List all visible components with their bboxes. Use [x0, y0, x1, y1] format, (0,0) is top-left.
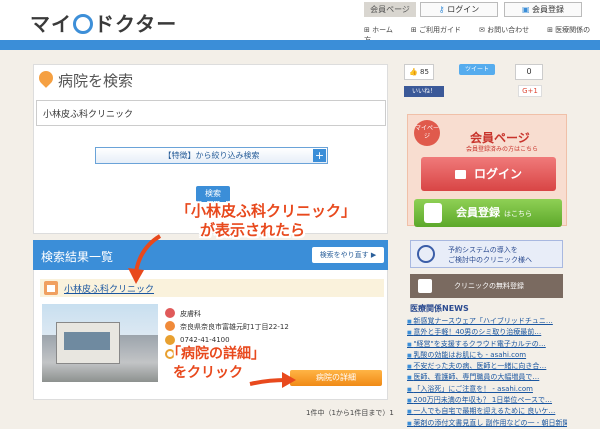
plus-icon: +: [313, 149, 326, 162]
thumbs-up-icon: 👍: [409, 68, 418, 76]
pagination-info: 1件中（1から1件目まで）1: [306, 409, 394, 417]
gplus-count: 0: [515, 64, 543, 80]
gplus-button[interactable]: G+1: [518, 85, 542, 97]
user-icon: ▣: [521, 5, 533, 14]
feature-filter-button[interactable]: 【特徴】から絞り込み検索 +: [95, 147, 328, 164]
redo-search-button[interactable]: 検索をやり直す ▶: [312, 247, 384, 263]
reservation-text: 予約システムの導入を ご検討中のクリニック様へ: [448, 246, 532, 264]
header-bar: [0, 40, 600, 50]
search-title: 病院を検索: [58, 72, 134, 90]
tweet-button[interactable]: ツイート: [459, 64, 495, 75]
phone-icon: [165, 335, 175, 345]
news-item[interactable]: 薬剤の添付文書見直し 副作用などの一 - 朝日新聞: [407, 418, 567, 429]
address-text: 奈良県奈良市富雄元町1丁目22-12: [180, 323, 289, 331]
news-list: 新感覚ナースウェア「ハイブリッドチュニ… 意外と手軽！40男のシミ取り治療最前……: [407, 316, 567, 429]
results-title: 検索結果一覧: [41, 250, 114, 264]
clinic-icon: [44, 281, 58, 295]
news-item[interactable]: 一人でも自宅で最期を迎えるために 良いケ…: [407, 406, 567, 417]
facebook-like-count[interactable]: 👍 85: [404, 64, 434, 80]
news-title: 医療関係NEWS: [410, 304, 469, 313]
news-item[interactable]: 不安だった夫の病、医師と一緒に向き合…: [407, 361, 567, 372]
phone-text: 0742-41-4100: [180, 336, 230, 344]
my-page-badge: マイページ: [414, 120, 440, 146]
news-item[interactable]: 乳酸の効能はお肌にも - asahi.com: [407, 350, 567, 361]
member-subtitle: 会員登録済みの方はこちら: [466, 146, 539, 153]
logo-q-icon: [73, 14, 93, 34]
member-page-label: 会員ページ: [364, 2, 416, 17]
facebook-like-button[interactable]: いいね！: [404, 86, 444, 97]
reservation-icon: [417, 245, 435, 263]
callout-second: 「病院の詳細」 をクリック: [167, 346, 265, 381]
news-item[interactable]: 意外と手軽！40男のシミ取り治療最前…: [407, 327, 567, 338]
news-item[interactable]: 200万円未満の年収も？ 1日単位ペースで…: [407, 395, 567, 406]
key-icon: ⚷: [438, 5, 448, 14]
header-login-button[interactable]: ⚷ ログイン: [420, 2, 498, 17]
lock-icon: [454, 170, 466, 179]
news-item[interactable]: 医師、看護師、専門職員の大幅増員で…: [407, 372, 567, 383]
department-text: 皮膚科: [180, 310, 201, 318]
department-icon: [165, 308, 175, 318]
nav-home[interactable]: ⊞ ホーム: [364, 26, 402, 34]
news-item[interactable]: "経営"を支援するクラウド電子カルテの…: [407, 339, 567, 350]
free-registration-text: クリニックの無料登録: [454, 282, 524, 290]
site-logo[interactable]: マイ ドクター: [30, 8, 177, 37]
search-input[interactable]: [36, 100, 386, 126]
clinic-name-link[interactable]: 小林皮ふ科クリニック: [64, 282, 154, 295]
nav-contact[interactable]: ✉ お問い合わせ: [479, 26, 538, 34]
login-button[interactable]: ログイン: [421, 157, 556, 191]
callout-first: 「小林皮ふ科クリニック」 が表示されたら: [176, 202, 357, 239]
news-item[interactable]: 新感覚ナースウェア「ハイブリッドチュニ…: [407, 316, 567, 327]
address-icon: [165, 321, 175, 331]
news-item[interactable]: 「入浴死」にご注意を！ - asahi.com: [407, 384, 567, 395]
search-button[interactable]: 検索: [196, 186, 230, 202]
document-icon: [418, 279, 432, 293]
register-icon: [424, 203, 442, 223]
clinic-photo: [42, 304, 158, 382]
header-register-button[interactable]: ▣ 会員登録: [504, 2, 582, 17]
clinic-detail-button[interactable]: 病院の詳細: [290, 370, 382, 386]
nav-guide[interactable]: ⊞ ご利用ガイド: [411, 26, 470, 34]
